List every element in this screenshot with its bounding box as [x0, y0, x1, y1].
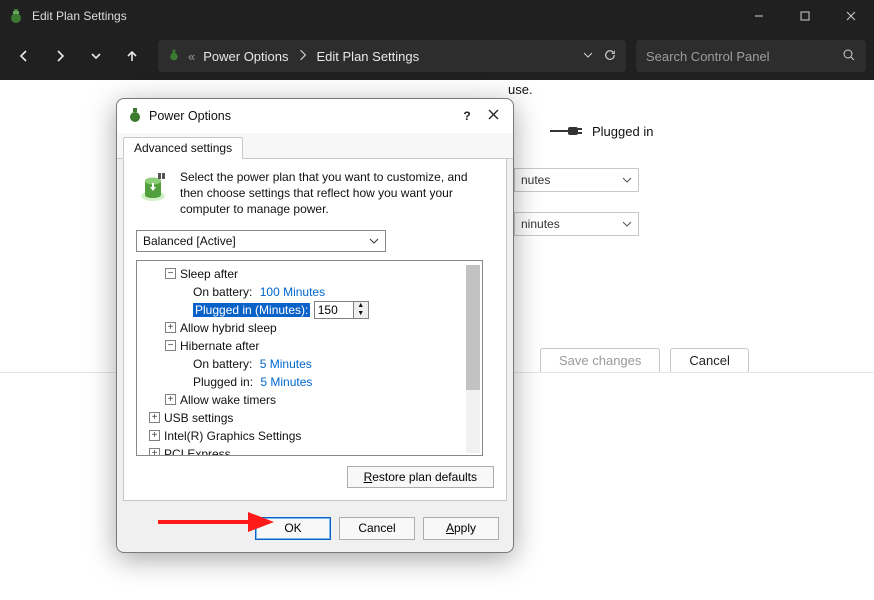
plan-select[interactable]: Balanced [Active] [136, 230, 386, 252]
sleep-combo[interactable]: nutes [514, 168, 639, 192]
plugged-in-label: Plugged in [592, 124, 653, 139]
tab-bar: Advanced settings [117, 133, 513, 159]
search-icon [842, 48, 856, 65]
tree-leaf[interactable]: On battery: 100 Minutes [139, 283, 469, 301]
power-options-dialog: Power Options ? Advanced settings Select… [116, 98, 514, 553]
chevron-down-icon[interactable] [582, 49, 594, 64]
spin-down-icon[interactable]: ▼ [354, 310, 368, 318]
value-link[interactable]: 5 Minutes [260, 375, 312, 389]
chevron-down-icon [622, 175, 632, 185]
chevron-down-icon [369, 236, 379, 246]
window-title: Edit Plan Settings [32, 9, 736, 23]
minimize-button[interactable] [736, 0, 782, 32]
up-button[interactable] [116, 40, 148, 72]
cancel-button[interactable]: Cancel [670, 348, 748, 373]
save-changes-button[interactable]: Save changes [540, 348, 660, 373]
expand-icon[interactable]: + [149, 448, 160, 456]
selected-setting-label: Plugged in (Minutes): [193, 303, 310, 317]
expand-icon[interactable]: + [149, 430, 160, 441]
value-link[interactable]: 100 Minutes [260, 285, 325, 299]
address-bar[interactable]: « Power Options Edit Plan Settings [158, 40, 626, 72]
nav-bar: « Power Options Edit Plan Settings Searc… [0, 32, 874, 80]
tree-node-usb[interactable]: +USB settings [139, 409, 469, 427]
forward-button[interactable] [44, 40, 76, 72]
close-button[interactable] [828, 0, 874, 32]
tree-leaf-selected[interactable]: Plugged in (Minutes): ▲▼ [139, 301, 469, 319]
partial-text: use. [508, 82, 533, 97]
tree-leaf[interactable]: Plugged in: 5 Minutes [139, 373, 469, 391]
tree-leaf[interactable]: On battery: 5 Minutes [139, 355, 469, 373]
tree-node-pci[interactable]: +PCI Express [139, 445, 469, 456]
breadcrumb-item[interactable]: Power Options [203, 49, 288, 64]
search-placeholder: Search Control Panel [646, 49, 842, 64]
minutes-spinner[interactable]: ▲▼ [314, 301, 369, 319]
plan-select-value: Balanced [Active] [143, 234, 236, 248]
collapse-icon[interactable]: − [165, 340, 176, 351]
power-plan-icon [127, 107, 143, 126]
cancel-button[interactable]: Cancel [339, 517, 415, 540]
expand-icon[interactable]: + [165, 322, 176, 333]
refresh-button[interactable] [604, 49, 616, 64]
help-button[interactable]: ? [457, 109, 477, 123]
back-button[interactable] [8, 40, 40, 72]
minutes-input[interactable] [315, 302, 353, 318]
annotation-arrow [154, 507, 276, 542]
tree-node-sleep-after[interactable]: −Sleep after [139, 265, 469, 283]
apply-button[interactable]: Apply [423, 517, 499, 540]
expand-icon[interactable]: + [149, 412, 160, 423]
collapse-icon[interactable]: − [165, 268, 176, 279]
tree-node-graphics[interactable]: +Intel(R) Graphics Settings [139, 427, 469, 445]
display-combo[interactable]: ninutes [514, 212, 639, 236]
restore-defaults-button[interactable]: Restore plan defaults [347, 466, 494, 488]
power-plan-icon [168, 49, 180, 64]
scrollbar-thumb[interactable] [466, 265, 480, 390]
dialog-intro-text: Select the power plan that you want to c… [180, 169, 494, 218]
dialog-title: Power Options [149, 109, 457, 123]
tree-node-hybrid-sleep[interactable]: +Allow hybrid sleep [139, 319, 469, 337]
chevron-right-icon [297, 49, 309, 64]
breadcrumb-item[interactable]: Edit Plan Settings [317, 49, 420, 64]
close-button[interactable] [483, 109, 503, 123]
spin-up-icon[interactable]: ▲ [354, 302, 368, 310]
power-plan-icon [8, 8, 24, 24]
tab-advanced-settings[interactable]: Advanced settings [123, 137, 243, 159]
scrollbar[interactable] [466, 265, 480, 453]
maximize-button[interactable] [782, 0, 828, 32]
settings-tree[interactable]: −Sleep after On battery: 100 Minutes Plu… [136, 260, 483, 456]
plugged-in-header: Plugged in [548, 122, 653, 140]
tree-node-wake-timers[interactable]: +Allow wake timers [139, 391, 469, 409]
chevron-down-icon [622, 219, 632, 229]
expand-icon[interactable]: + [165, 394, 176, 405]
value-link[interactable]: 5 Minutes [260, 357, 312, 371]
history-button[interactable] [80, 40, 112, 72]
search-box[interactable]: Search Control Panel [636, 40, 866, 72]
title-bar: Edit Plan Settings [0, 0, 874, 32]
battery-icon [136, 169, 170, 203]
tree-node-hibernate[interactable]: −Hibernate after [139, 337, 469, 355]
plug-icon [548, 122, 584, 140]
